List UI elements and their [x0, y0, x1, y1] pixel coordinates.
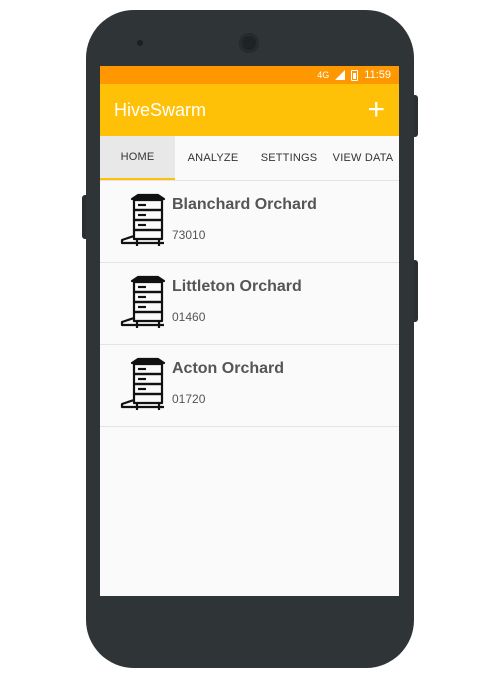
beehive-icon — [120, 357, 166, 410]
hive-name: Littleton Orchard — [172, 278, 302, 295]
app-screen: 4G 11:59 HiveSwarm + HOME ANALYZE SETTIN… — [100, 66, 399, 596]
list-item[interactable]: Acton Orchard 01720 — [100, 345, 399, 427]
tab-analyze[interactable]: ANALYZE — [175, 136, 251, 180]
hive-zip: 73010 — [172, 228, 206, 242]
phone-sensor — [137, 40, 143, 46]
tab-bar: HOME ANALYZE SETTINGS VIEW DATA — [100, 136, 399, 181]
tab-home[interactable]: HOME — [100, 136, 175, 180]
app-bar: HiveSwarm + — [100, 84, 399, 136]
hive-zip: 01720 — [172, 392, 206, 406]
beehive-icon — [120, 193, 166, 246]
tab-settings[interactable]: SETTINGS — [251, 136, 327, 180]
list-item[interactable]: Littleton Orchard 01460 — [100, 263, 399, 345]
hive-zip: 01460 — [172, 310, 206, 324]
signal-icon — [335, 70, 346, 80]
beehive-icon — [120, 275, 166, 328]
app-title: HiveSwarm — [114, 99, 207, 120]
hive-list: Blanchard Orchard 73010 Littleton Orchar… — [100, 181, 399, 427]
hive-name: Acton Orchard — [172, 360, 285, 377]
battery-icon — [351, 69, 359, 81]
status-bar: 4G 11:59 — [100, 66, 399, 84]
list-item[interactable]: Blanchard Orchard 73010 — [100, 181, 399, 263]
tab-view-data[interactable]: VIEW DATA — [327, 136, 399, 180]
plus-icon[interactable]: + — [367, 95, 385, 125]
network-type: 4G — [317, 70, 330, 80]
hive-name: Blanchard Orchard — [172, 196, 317, 213]
status-time: 11:59 — [364, 69, 391, 81]
phone-camera — [239, 33, 259, 53]
